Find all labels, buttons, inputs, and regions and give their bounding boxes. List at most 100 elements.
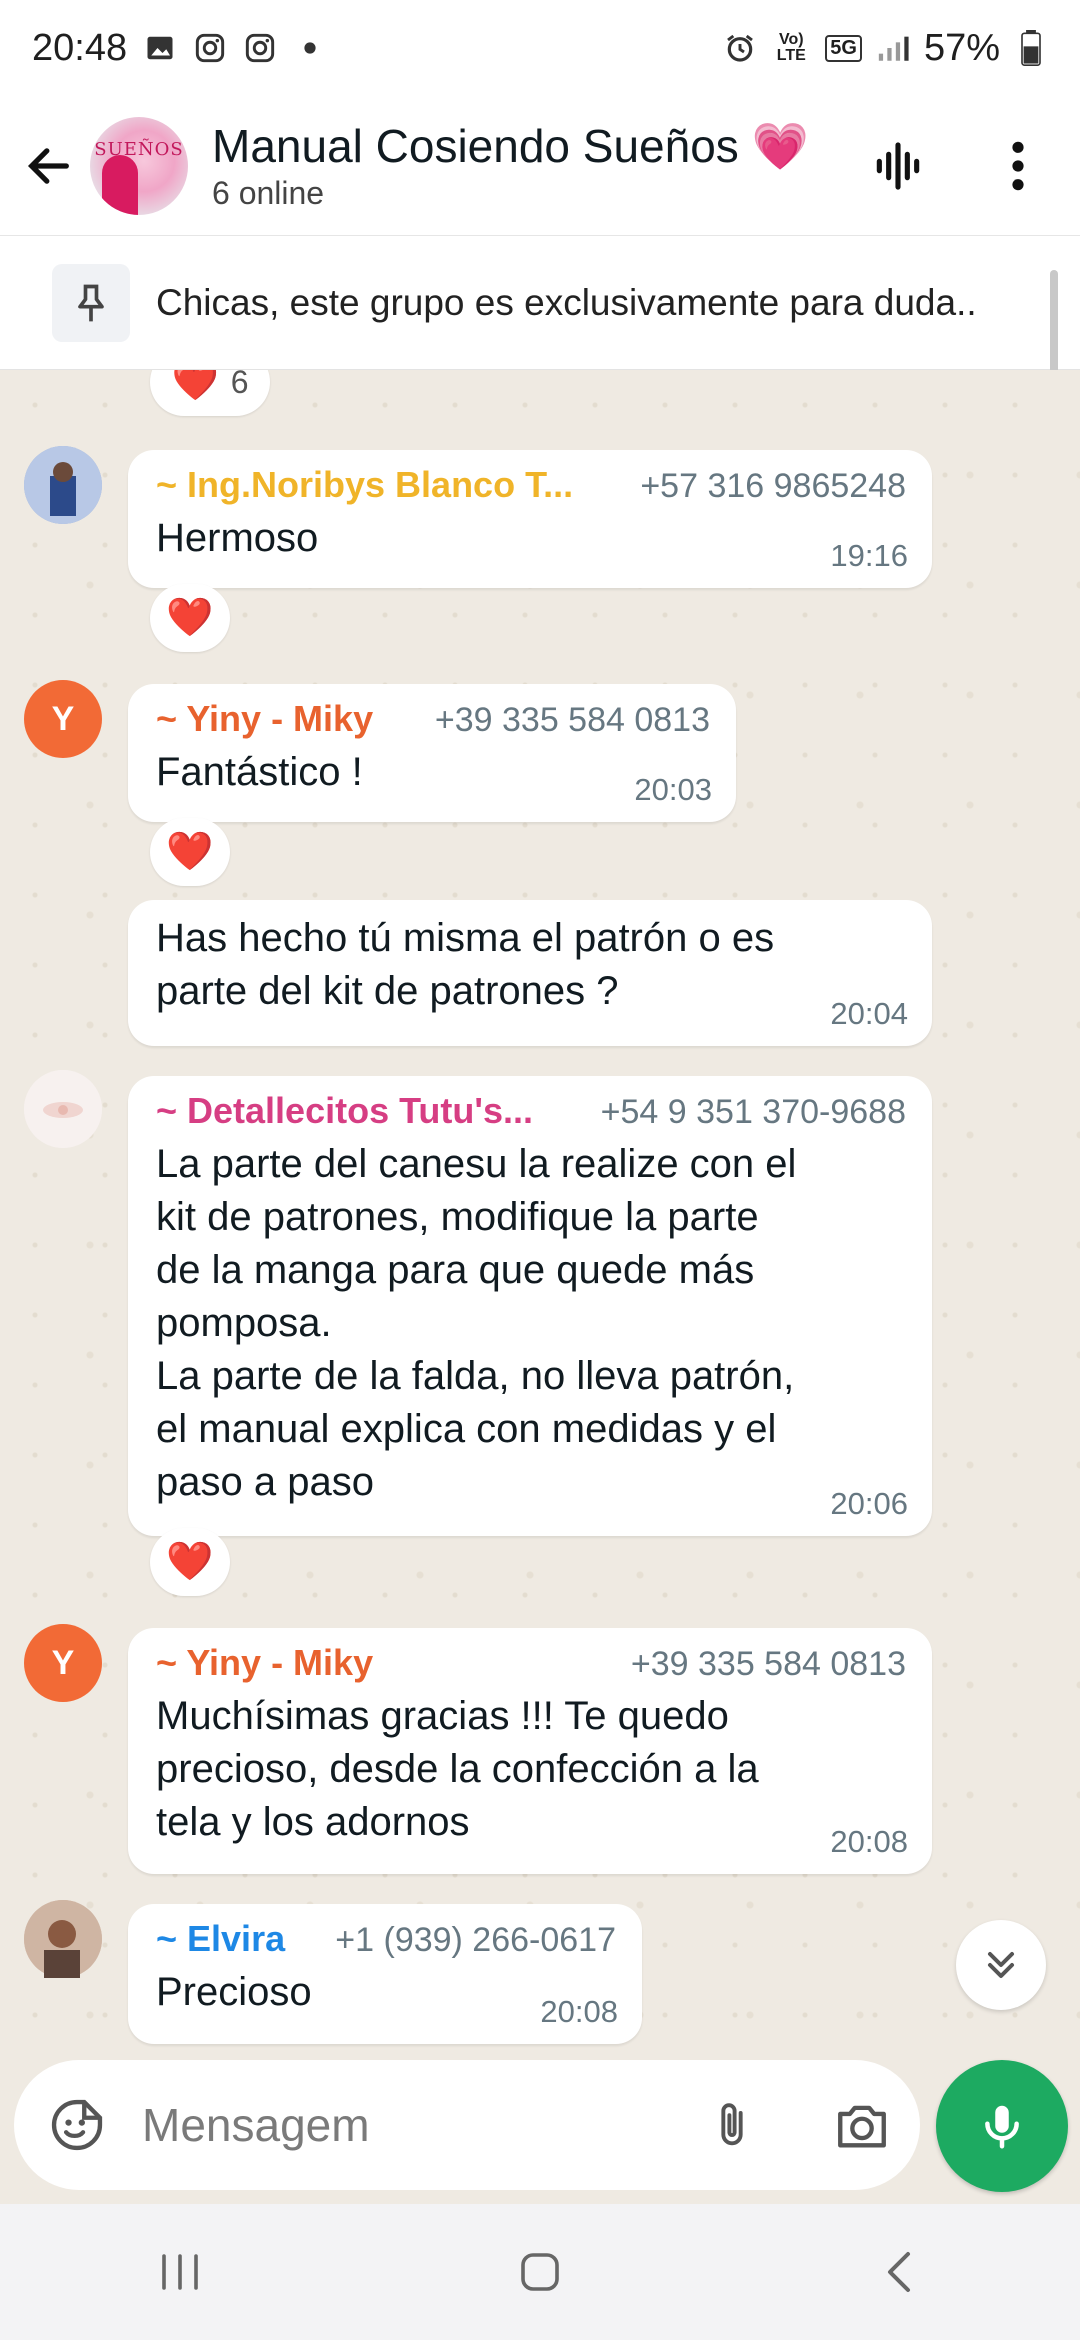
group-avatar-figure [102, 154, 138, 215]
network-type-label: 5G [825, 34, 862, 62]
battery-icon [1014, 30, 1048, 66]
user-logo-icon [24, 1070, 102, 1148]
message-bubble[interactable]: ~ Ing.Noribys Blanco T... +57 316 986524… [128, 450, 932, 588]
status-bar: 20:48 Vo) LTE 5G 57% [0, 0, 1080, 96]
avatar[interactable] [24, 1900, 102, 1978]
message-time: 19:16 [830, 538, 908, 573]
microphone-icon [985, 2105, 1019, 2149]
chat-header: SUEÑOS Manual Cosiendo Sueños 💗 6 online [0, 96, 1080, 236]
emoji-button[interactable] [42, 2090, 112, 2160]
user-photo-icon [24, 446, 102, 524]
alarm-icon [723, 31, 757, 65]
chevron-left-icon [888, 2252, 910, 2292]
message-time: 20:06 [830, 1486, 908, 1521]
group-avatar[interactable]: SUEÑOS [90, 116, 188, 215]
message-line: de la manga para que quede más [156, 1248, 755, 1292]
double-chevron-down-icon [987, 1951, 1015, 1979]
chat-area[interactable]: ❤️ 6 ~ Ing.Noribys Blanco T... +57 316 9… [0, 370, 1080, 2060]
message-line: tela y los adornos [156, 1800, 470, 1844]
message-line: Muchísimas gracias !!! Te quedo [156, 1694, 729, 1738]
message-text: Fantástico ! [156, 750, 363, 794]
voice-chat-button[interactable] [858, 126, 938, 206]
battery-percent: 57% [923, 26, 1000, 69]
sender-name[interactable]: ~ Yiny - Miky [156, 698, 373, 740]
message-line: el manual explica con medidas y el [156, 1407, 777, 1451]
user-photo-icon [24, 1900, 102, 1978]
message-text: Muchísimas gracias !!! Te quedo precioso… [156, 1690, 906, 1849]
message-line: pomposa. [156, 1301, 332, 1345]
heart-reaction: ❤️ [166, 1541, 214, 1583]
group-info[interactable]: Manual Cosiendo Sueños 💗 6 online [212, 119, 809, 212]
back-button[interactable] [14, 131, 84, 201]
message-line: parte del kit de patrones ? [156, 969, 619, 1013]
system-navigation-bar [0, 2204, 1080, 2340]
instagram-icon [243, 31, 277, 65]
sender-name[interactable]: ~ Ing.Noribys Blanco T... [156, 464, 573, 506]
message-line: precioso, desde la confección a la [156, 1747, 759, 1791]
avatar-letter: Y [51, 1643, 75, 1682]
message-bubble[interactable]: ~ Yiny - Miky +39 335 584 0813 Muchísima… [128, 1628, 932, 1874]
scroll-to-bottom-button[interactable] [956, 1920, 1046, 2010]
home-button[interactable] [480, 2222, 600, 2322]
message-bubble[interactable]: ~ Detallecitos Tutu's... +54 9 351 370-9… [128, 1076, 932, 1536]
message-text: Has hecho tú misma el patrón o es parte … [156, 912, 906, 1018]
camera-button[interactable] [824, 2088, 900, 2164]
audio-waveform-icon [876, 142, 920, 190]
message-time: 20:08 [830, 1824, 908, 1859]
home-icon [521, 2253, 559, 2291]
group-title: Manual Cosiendo Sueños 💗 [212, 120, 809, 172]
message-line: La parte de la falda, no lleva patrón, [156, 1354, 795, 1398]
pinned-message-bar[interactable]: Chicas, este grupo es exclusivamente par… [0, 236, 1080, 370]
volte-label: Vo) LTE [776, 31, 806, 64]
sender-phone: +39 335 584 0813 [434, 701, 710, 739]
signal-icon [876, 31, 910, 65]
pinned-message-text: Chicas, este grupo es exclusivamente par… [156, 281, 977, 323]
recents-icon [162, 2254, 198, 2290]
reaction-badge[interactable]: ❤️ [150, 584, 230, 652]
gallery-icon [143, 31, 177, 65]
avatar-letter: Y [51, 699, 75, 738]
message-text: La parte del canesu la realize con el ki… [156, 1138, 906, 1509]
sender-phone: +1 (939) 266-0617 [335, 1921, 616, 1959]
camera-icon [838, 2105, 886, 2148]
message-bubble[interactable]: ~ Elvira +1 (939) 266-0617 Precioso 20:0… [128, 1904, 642, 2044]
message-input[interactable]: Mensagem [142, 2098, 370, 2152]
paperclip-icon [721, 2103, 743, 2146]
heart-reaction: ❤️ [171, 370, 219, 403]
notification-dot-icon [293, 31, 327, 65]
message-time: 20:08 [540, 1994, 618, 2029]
instagram-icon [193, 31, 227, 65]
avatar[interactable] [24, 1070, 102, 1148]
message-line: kit de patrones, modifique la parte [156, 1195, 759, 1239]
message-composer: Mensagem [14, 2060, 920, 2190]
reaction-badge[interactable]: ❤️ [150, 818, 230, 886]
attach-button[interactable] [694, 2088, 770, 2164]
sender-phone: +57 316 9865248 [640, 467, 906, 505]
reaction-badge[interactable]: ❤️ [150, 1528, 230, 1596]
recent-apps-button[interactable] [120, 2222, 240, 2322]
heart-reaction: ❤️ [166, 831, 214, 873]
avatar[interactable]: Y [24, 680, 102, 758]
message-line: La parte del canesu la realize con el [156, 1142, 797, 1186]
status-time: 20:48 [32, 26, 128, 69]
sender-name[interactable]: ~ Elvira [156, 1918, 285, 1960]
message-bubble[interactable]: Has hecho tú misma el patrón o es parte … [128, 900, 932, 1046]
sender-phone: +39 335 584 0813 [630, 1645, 906, 1683]
pin-icon [52, 263, 130, 342]
arrow-left-icon [27, 147, 69, 184]
sticker-emoji-icon [51, 2099, 103, 2151]
more-vertical-icon [1012, 141, 1024, 191]
message-bubble[interactable]: ~ Yiny - Miky +39 335 584 0813 Fantástic… [128, 684, 736, 822]
reaction-badge[interactable]: ❤️ 6 [150, 370, 270, 416]
avatar[interactable] [24, 446, 102, 524]
sender-name[interactable]: ~ Detallecitos Tutu's... [156, 1090, 533, 1132]
sender-phone: +54 9 351 370-9688 [600, 1093, 906, 1131]
more-options-button[interactable] [978, 126, 1058, 206]
voice-record-button[interactable] [936, 2060, 1068, 2192]
message-time: 20:03 [634, 772, 712, 807]
system-back-button[interactable] [840, 2222, 960, 2322]
avatar[interactable]: Y [24, 1624, 102, 1702]
heart-reaction: ❤️ [166, 597, 214, 639]
sender-name[interactable]: ~ Yiny - Miky [156, 1642, 373, 1684]
message-text: Hermoso [156, 516, 319, 560]
